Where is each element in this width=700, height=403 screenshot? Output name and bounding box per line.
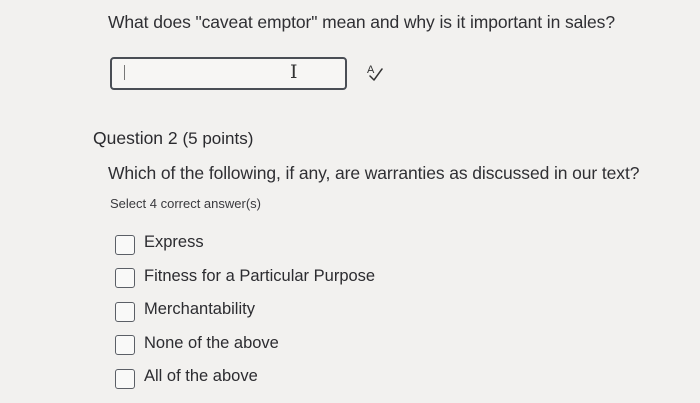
checkbox[interactable] [115,368,135,389]
ibeam-cursor-icon: I [290,61,298,83]
svg-text:A: A [367,64,375,76]
option-express[interactable]: Express [115,226,375,260]
option-label: None of the above [144,333,279,352]
question-2-heading: Question 2 (5 points) [93,128,253,149]
option-label: All of the above [144,367,258,386]
option-merchantability[interactable]: Merchantability [115,293,375,327]
option-none-of-the-above[interactable]: None of the above [115,327,375,361]
answer-input[interactable] [110,57,347,90]
text-caret [124,65,125,80]
option-label: Fitness for a Particular Purpose [144,266,376,285]
answer-instruction: Select 4 correct answer(s) [110,196,261,211]
checkbox[interactable] [115,335,135,356]
option-fitness-for-purpose[interactable]: Fitness for a Particular Purpose [115,260,375,294]
question-1-prompt: What does "caveat emptor" mean and why i… [108,12,615,32]
checkbox[interactable] [115,301,135,322]
spellcheck-icon[interactable]: A [366,62,384,82]
answer-options: Express Fitness for a Particular Purpose… [115,226,375,394]
checkbox[interactable] [115,268,135,289]
question-2-points: (5 points) [182,129,254,148]
question-2-prompt: Which of the following, if any, are warr… [108,163,640,183]
option-label: Merchantability [144,300,255,319]
checkbox[interactable] [115,234,135,255]
question-2-title: Question 2 [93,128,178,148]
option-label: Express [144,233,204,252]
option-all-of-the-above[interactable]: All of the above [115,360,375,394]
